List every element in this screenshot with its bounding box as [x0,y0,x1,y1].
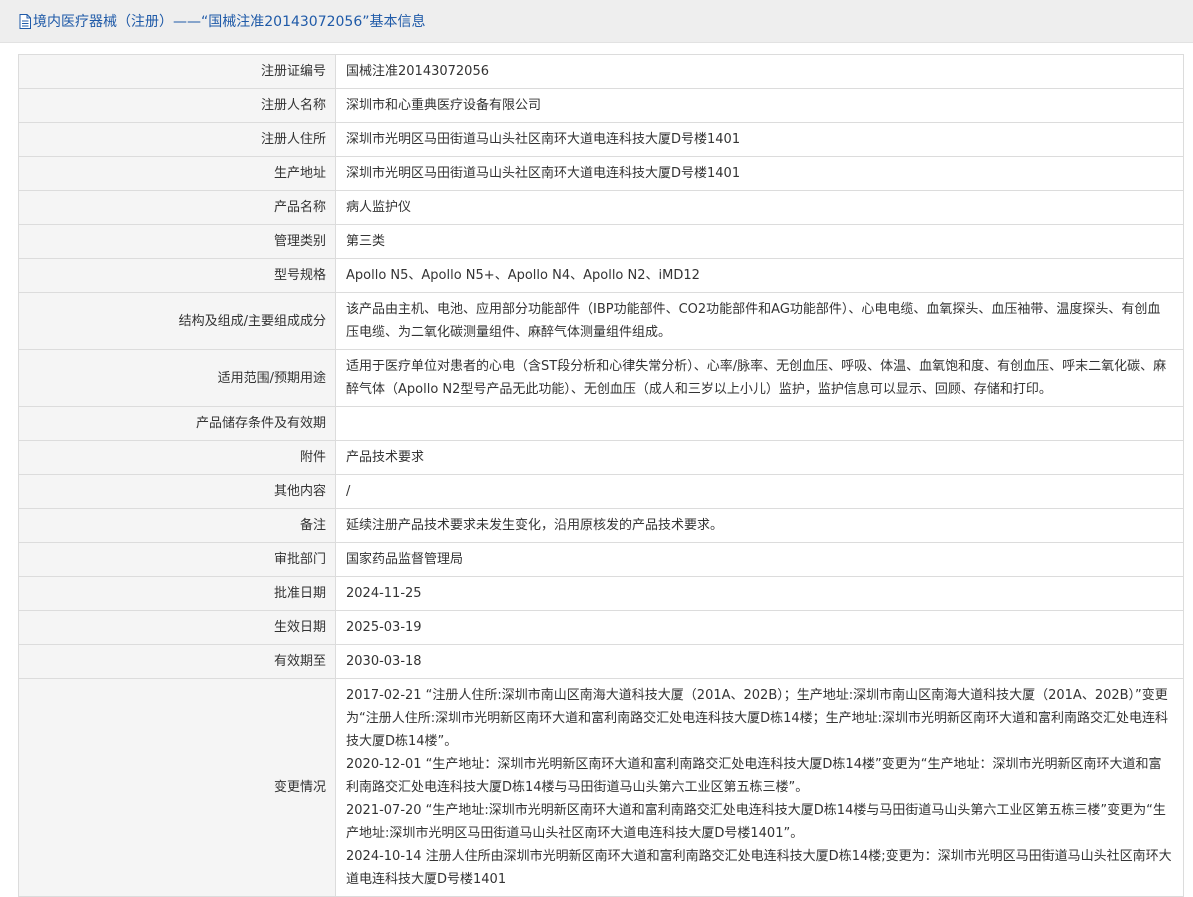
field-label: 有效期至 [18,644,336,679]
field-value: 深圳市光明区马田街道马山头社区南环大道电连科技大厦D号楼1401 [335,122,1184,157]
table-row: 管理类别 第三类 [18,224,1184,259]
field-value: / [335,474,1184,509]
table-row: 注册人住所 深圳市光明区马田街道马山头社区南环大道电连科技大厦D号楼1401 [18,122,1184,157]
field-value: 该产品由主机、电池、应用部分功能部件（IBP功能部件、CO2功能部件和AG功能部… [335,292,1184,350]
table-row: 注册证编号 国械注准20143072056 [18,54,1184,89]
change-entry: 2024-10-14 注册人住所由深圳市光明新区南环大道和富利南路交汇处电连科技… [346,849,1172,887]
field-value: 深圳市光明区马田街道马山头社区南环大道电连科技大厦D号楼1401 [335,156,1184,191]
change-entry: 2020-12-01 “生产地址：深圳市光明新区南环大道和富利南路交汇处电连科技… [346,757,1162,795]
table-row: 生效日期 2025-03-19 [18,610,1184,645]
field-value [335,406,1184,441]
table-row: 附件 产品技术要求 [18,440,1184,475]
change-history: 2017-02-21 “注册人住所:深圳市南山区南海大道科技大厦（201A、20… [335,678,1184,897]
table-row: 型号规格 Apollo N5、Apollo N5+、Apollo N4、Apoll… [18,258,1184,293]
field-value: Apollo N5、Apollo N5+、Apollo N4、Apollo N2… [335,258,1184,293]
field-label: 注册证编号 [18,54,336,89]
field-value: 2025-03-19 [335,610,1184,645]
table-row: 备注 延续注册产品技术要求未发生变化，沿用原核发的产品技术要求。 [18,508,1184,543]
table-row: 注册人名称 深圳市和心重典医疗设备有限公司 [18,88,1184,123]
field-label: 审批部门 [18,542,336,577]
field-label: 型号规格 [18,258,336,293]
change-entry: 2017-02-21 “注册人住所:深圳市南山区南海大道科技大厦（201A、20… [346,688,1169,749]
field-label: 结构及组成/主要组成成分 [18,292,336,350]
field-value: 病人监护仪 [335,190,1184,225]
field-label: 生产地址 [18,156,336,191]
field-value: 国家药品监督管理局 [335,542,1184,577]
table-row: 结构及组成/主要组成成分 该产品由主机、电池、应用部分功能部件（IBP功能部件、C… [18,292,1184,350]
field-label: 备注 [18,508,336,543]
field-value: 适用于医疗单位对患者的心电（含ST段分析和心律失常分析）、心率/脉率、无创血压、… [335,349,1184,407]
registration-info-table: 注册证编号 国械注准20143072056 注册人名称 深圳市和心重典医疗设备有限公司… [18,54,1184,897]
table-row: 产品储存条件及有效期 [18,406,1184,441]
field-value: 第三类 [335,224,1184,259]
table-row: 适用范围/预期用途 适用于医疗单位对患者的心电（含ST段分析和心律失常分析）、心率… [18,349,1184,407]
table-row-changes: 变更情况 2017-02-21 “注册人住所:深圳市南山区南海大道科技大厦（201… [18,678,1184,897]
field-label: 管理类别 [18,224,336,259]
page-header: 境内医疗器械（注册）——“国械注准20143072056”基本信息 [0,0,1193,43]
field-label: 适用范围/预期用途 [18,349,336,407]
field-value: 2030-03-18 [335,644,1184,679]
field-label: 注册人住所 [18,122,336,157]
document-icon [19,14,31,29]
table-row: 产品名称 病人监护仪 [18,190,1184,225]
table-row: 其他内容 / [18,474,1184,509]
page-title: 境内医疗器械（注册）——“国械注准20143072056”基本信息 [33,14,426,30]
table-row: 生产地址 深圳市光明区马田街道马山头社区南环大道电连科技大厦D号楼1401 [18,156,1184,191]
field-label: 产品名称 [18,190,336,225]
field-label: 批准日期 [18,576,336,611]
field-label: 注册人名称 [18,88,336,123]
field-label: 生效日期 [18,610,336,645]
field-value: 深圳市和心重典医疗设备有限公司 [335,88,1184,123]
field-value: 产品技术要求 [335,440,1184,475]
table-row: 有效期至 2030-03-18 [18,644,1184,679]
field-value: 国械注准20143072056 [335,54,1184,89]
field-label: 附件 [18,440,336,475]
change-entry: 2021-07-20 “生产地址:深圳市光明新区南环大道和富利南路交汇处电连科技… [346,803,1166,841]
field-value: 延续注册产品技术要求未发生变化，沿用原核发的产品技术要求。 [335,508,1184,543]
table-row: 批准日期 2024-11-25 [18,576,1184,611]
field-label: 产品储存条件及有效期 [18,406,336,441]
field-label: 其他内容 [18,474,336,509]
field-value: 2024-11-25 [335,576,1184,611]
table-row: 审批部门 国家药品监督管理局 [18,542,1184,577]
field-label: 变更情况 [18,678,336,897]
